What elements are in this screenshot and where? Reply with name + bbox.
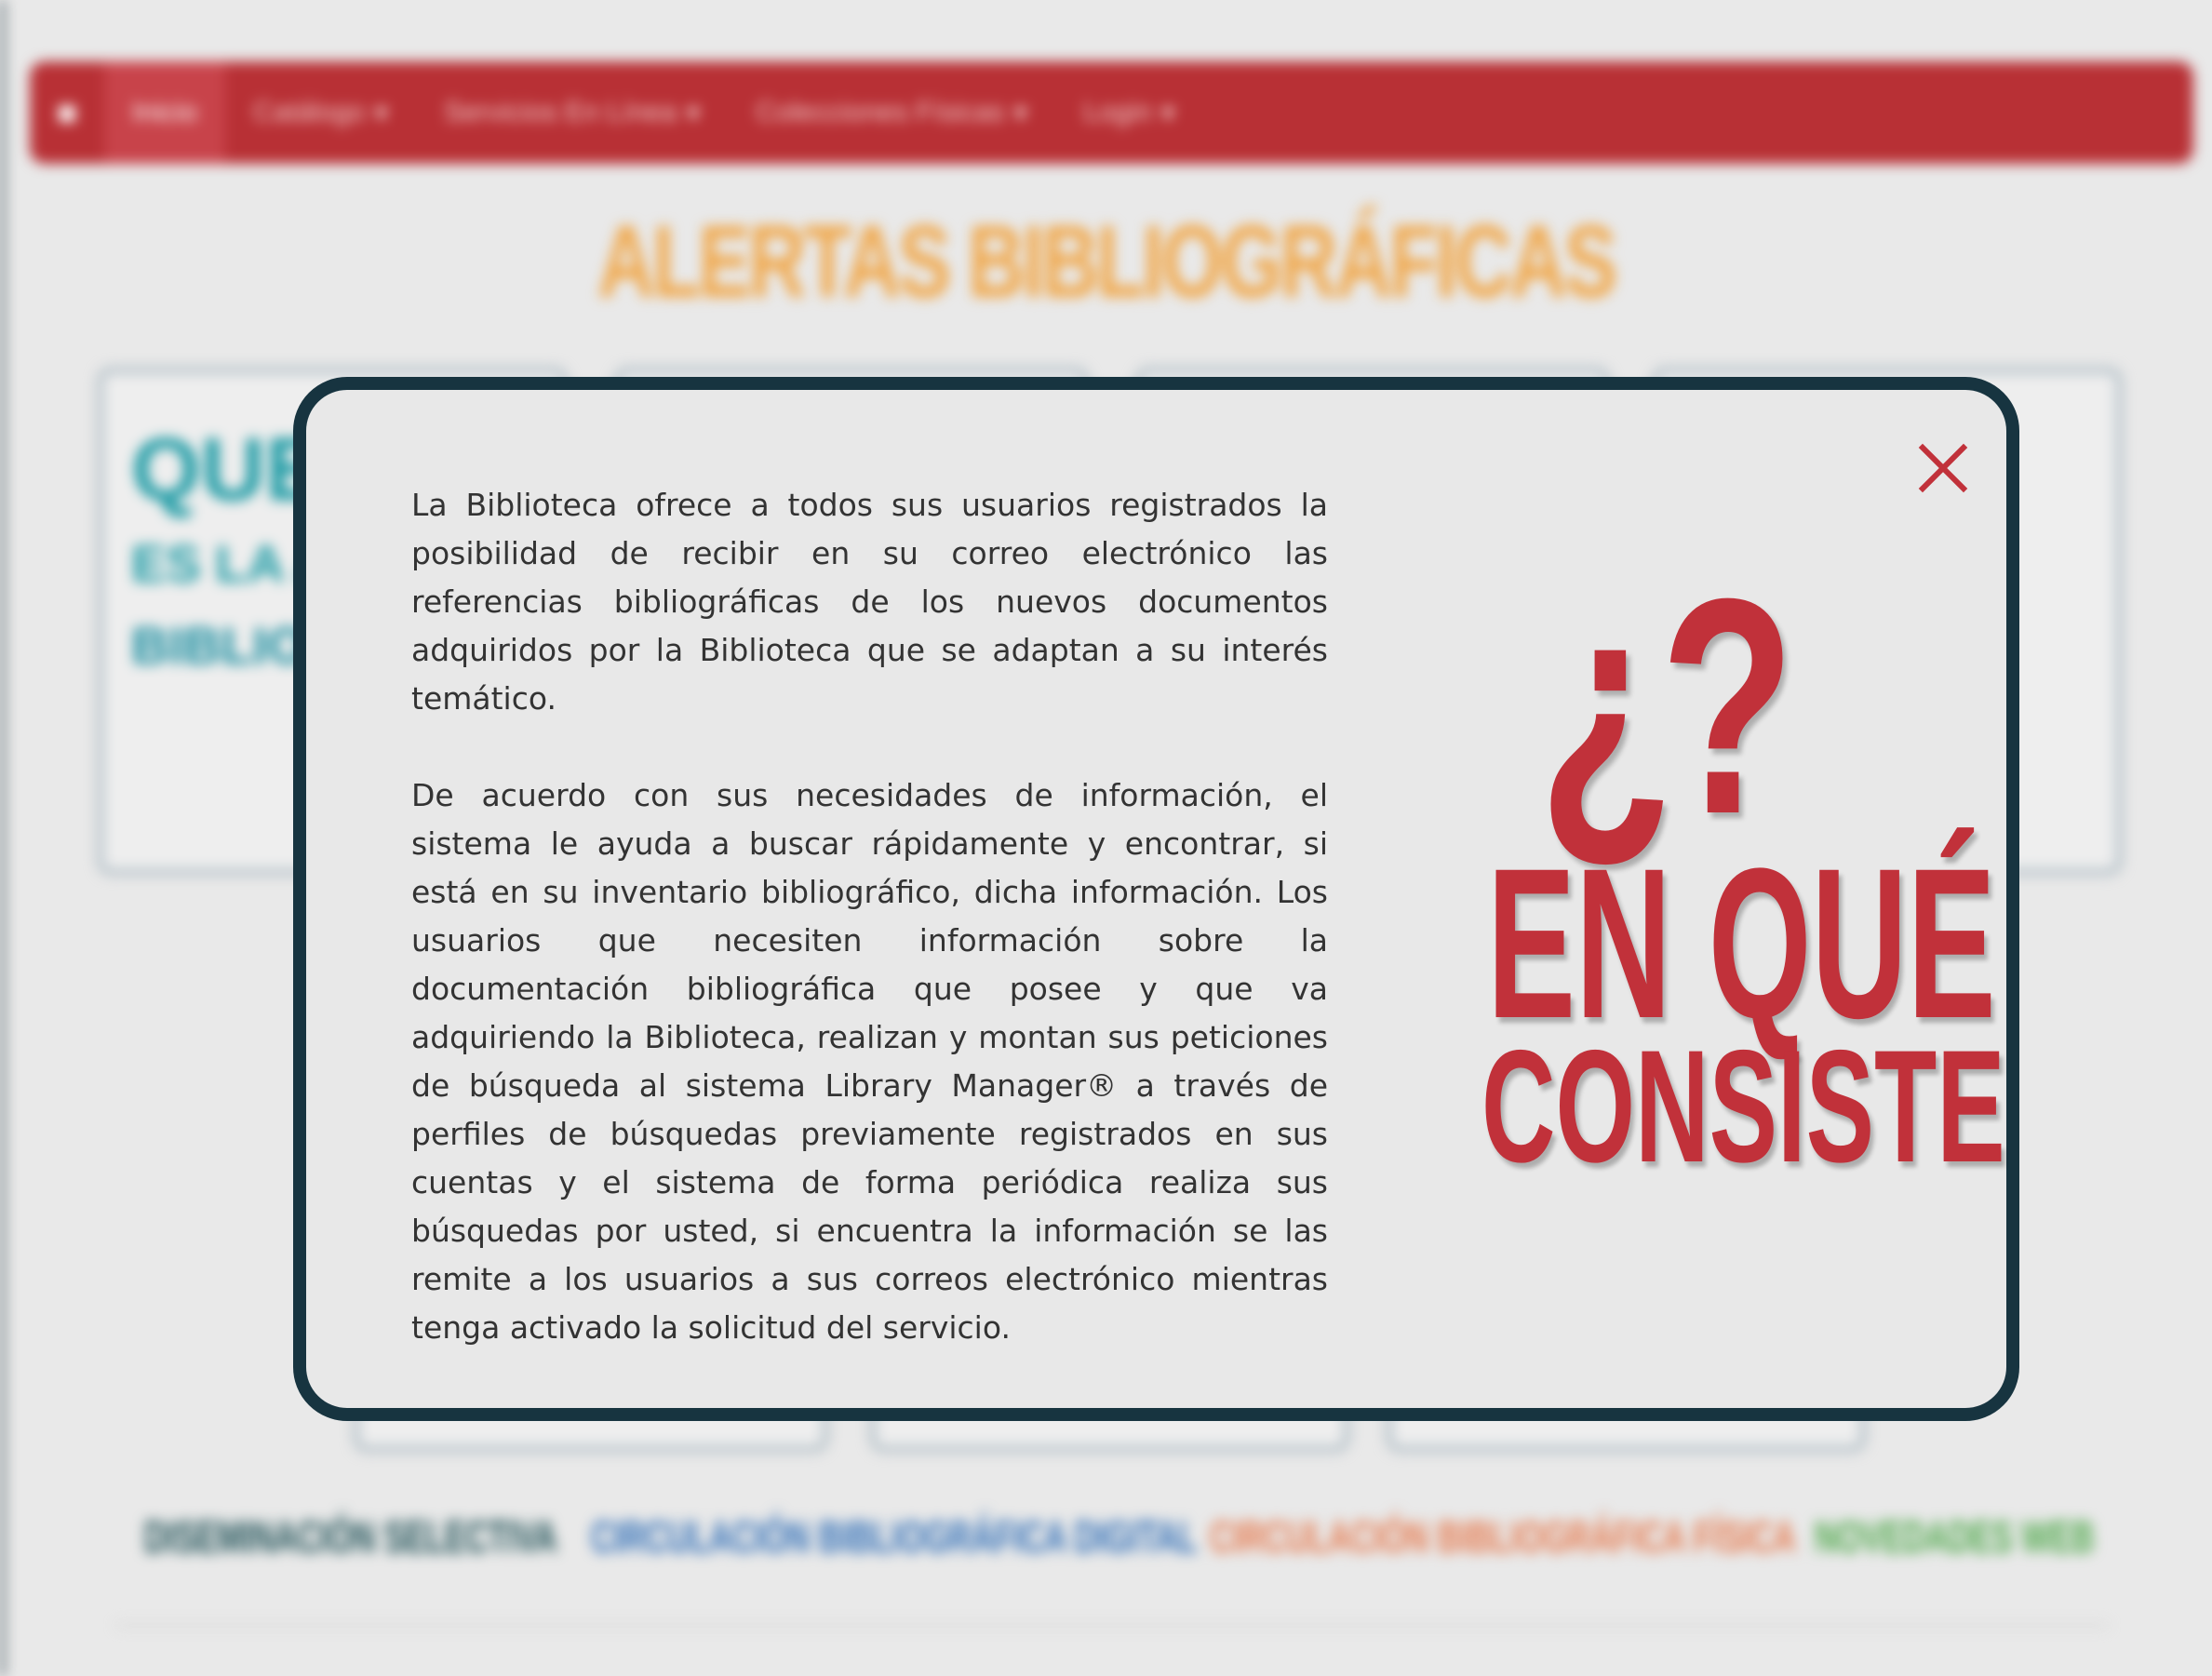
nav-item-login[interactable]: Login ▾ <box>1055 61 1202 164</box>
nav-label: Login <box>1083 97 1152 127</box>
nav-item-catalogo[interactable]: Catálogo ▾ <box>225 61 416 164</box>
hero-line-1: EN QUÉ <box>1487 824 1996 1063</box>
service-links: DISEMINACIÓN SELECTIVA CIRCULACIÓN BIBLI… <box>0 1512 2212 1577</box>
card-title-sub: BIBLIO <box>131 616 308 675</box>
nav-item-colecciones-fisicas[interactable]: Colecciones Físicas ▾ <box>728 61 1055 164</box>
hero-heading: ¿? EN QUÉ CONSISTE <box>1381 534 2005 1196</box>
chevron-down-icon: ▾ <box>374 97 389 128</box>
home-icon[interactable]: ■ <box>30 61 104 164</box>
hero-line-2: CONSISTE <box>1481 1017 2005 1196</box>
nav-item-servicios-en-linea[interactable]: Servicios En Línea ▾ <box>416 61 728 164</box>
nav-label: Servicios En Línea <box>444 97 677 127</box>
chevron-down-icon: ▾ <box>1160 97 1175 128</box>
question-marks: ¿? <box>1538 534 1795 878</box>
info-modal: La Biblioteca ofrece a todos sus usuario… <box>293 377 2019 1421</box>
nav-item-inicio[interactable]: Inicio <box>104 61 226 164</box>
service-link-novedades[interactable]: NOVEDADES WEB <box>1815 1512 2095 1563</box>
modal-body-text: La Biblioteca ofrece a todos sus usuario… <box>411 481 1328 1352</box>
chevron-down-icon: ▾ <box>686 97 701 128</box>
service-link-fisica[interactable]: CIRCULACIÓN BIBLIOGRÁFICA FÍSICA <box>1210 1512 1796 1563</box>
modal-paragraph: La Biblioteca ofrece a todos sus usuario… <box>411 487 1328 717</box>
main-navbar: ■ Inicio Catálogo ▾ Servicios En Línea ▾… <box>30 61 2193 164</box>
divider <box>116 1624 2108 1627</box>
modal-paragraph: De acuerdo con sus necesidades de inform… <box>411 777 1328 1346</box>
window-edge <box>0 0 5 1676</box>
nav-label: Colecciones Físicas <box>756 97 1005 127</box>
close-icon[interactable] <box>1913 438 1973 498</box>
service-link-diseminacion[interactable]: DISEMINACIÓN SELECTIVA <box>144 1512 557 1563</box>
page-title: ALERTAS BIBLIOGRÁFICAS <box>597 205 1617 319</box>
page: ■ Inicio Catálogo ▾ Servicios En Línea ▾… <box>0 0 2212 1676</box>
service-link-digital[interactable]: CIRCULACIÓN BIBLIOGRÁFICA DIGITAL <box>591 1512 1197 1563</box>
chevron-down-icon: ▾ <box>1013 97 1028 128</box>
nav-label: Catálogo <box>253 97 366 127</box>
close-icon-glyph <box>1918 443 1968 493</box>
nav-label: Inicio <box>132 97 198 127</box>
